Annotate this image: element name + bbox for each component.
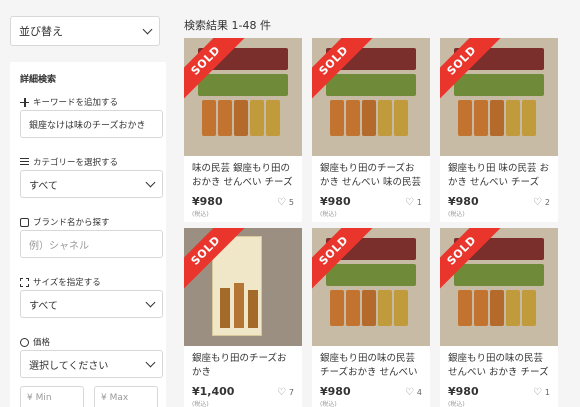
product-price: ¥980 <box>320 195 351 208</box>
size-select[interactable]: すべて <box>20 290 163 318</box>
brand-section-label: ブランド名から探す <box>20 216 110 228</box>
chevron-down-icon <box>145 357 156 367</box>
brand-input[interactable]: 例）シャネル <box>20 230 163 258</box>
list-icon <box>20 157 29 167</box>
size-section-label: サイズを指定する <box>20 276 101 288</box>
tax-note: (税込) <box>320 401 337 407</box>
product-image: SOLD <box>312 38 430 156</box>
keyword-section-label: キーワードを追加する <box>20 96 118 108</box>
price-select[interactable]: 選択してください <box>20 350 163 378</box>
heart-icon: ♡ <box>532 197 542 208</box>
results-title: 検索結果 1-48 件 <box>184 19 271 32</box>
coin-icon <box>20 337 29 347</box>
chevron-down-icon <box>142 24 153 34</box>
product-card[interactable]: SOLD 味の民芸 銀座もり田のおかき せんべい チーズ ¥980 (税込) ♡… <box>184 38 302 222</box>
heart-icon: ♡ <box>404 197 414 208</box>
likes[interactable]: ♡ 1 <box>533 387 550 398</box>
product-price: ¥980 <box>448 195 479 208</box>
panel-title: 詳細検索 <box>20 75 57 85</box>
likes[interactable]: ♡ 7 <box>277 387 294 398</box>
product-title: 銀座もり田の味の民芸 せんべい おかき チーズ <box>448 353 549 378</box>
tax-note: (税込) <box>448 401 465 407</box>
likes[interactable]: ♡ 1 <box>405 197 422 208</box>
product-image: SOLD <box>312 228 430 346</box>
tax-note: (税込) <box>192 401 209 407</box>
product-image: SOLD <box>440 228 558 346</box>
product-image: SOLD <box>184 38 302 156</box>
sidebar: 並び替え 詳細検索 キーワードを追加する 銀座なけは味のチーズおかき カテゴリー… <box>0 0 166 407</box>
size-icon <box>20 277 29 287</box>
product-title: 味の民芸 銀座もり田のおかき せんべい チーズ <box>192 163 293 188</box>
price-max-input[interactable]: ¥ Max <box>94 386 158 407</box>
sort-select[interactable]: 並び替え <box>10 16 160 46</box>
chevron-down-icon <box>145 297 156 307</box>
product-title: 銀座もり田のチーズおかき <box>192 353 287 378</box>
product-title: 銀座もり田の味の民芸 チーズおかき せんべい <box>320 353 418 378</box>
product-price: ¥980 <box>320 385 351 398</box>
tax-note: (税込) <box>320 211 337 218</box>
chevron-down-icon <box>145 177 156 187</box>
sort-label: 並び替え <box>19 25 63 38</box>
tag-icon <box>20 217 29 227</box>
filter-panel: 詳細検索 キーワードを追加する 銀座なけは味のチーズおかき カテゴリーを選択する… <box>10 62 166 407</box>
product-title: 銀座もり田のチーズおかき せんべい 味の民芸 <box>320 163 422 188</box>
heart-icon: ♡ <box>276 387 286 398</box>
category-select[interactable]: すべて <box>20 170 163 198</box>
price-section-label: 価格 <box>20 336 50 348</box>
likes[interactable]: ♡ 4 <box>405 387 422 398</box>
plus-icon <box>20 97 29 107</box>
heart-icon: ♡ <box>276 197 286 208</box>
product-card[interactable]: SOLD 銀座もり田のチーズおかき ¥1,400 (税込) ♡ 7 <box>184 228 302 407</box>
product-image: SOLD <box>440 38 558 156</box>
keyword-input[interactable]: 銀座なけは味のチーズおかき <box>20 110 163 138</box>
product-price: ¥1,400 <box>192 385 235 398</box>
product-card[interactable]: SOLD 銀座もり田 味の民芸 おかき せんべい チーズ ¥980 (税込) ♡… <box>440 38 558 222</box>
product-price: ¥980 <box>448 385 479 398</box>
likes[interactable]: ♡ 2 <box>533 197 550 208</box>
tax-note: (税込) <box>448 211 465 218</box>
product-image: SOLD <box>184 228 302 346</box>
product-card[interactable]: SOLD 銀座もり田の味の民芸 せんべい おかき チーズ ¥980 (税込) ♡… <box>440 228 558 407</box>
product-card[interactable]: SOLD 銀座もり田の味の民芸 チーズおかき せんべい ¥980 (税込) ♡ 4 <box>312 228 430 407</box>
product-title: 銀座もり田 味の民芸 おかき せんべい チーズ <box>448 163 550 188</box>
likes[interactable]: ♡ 5 <box>277 197 294 208</box>
product-price: ¥980 <box>192 195 223 208</box>
tax-note: (税込) <box>192 211 209 218</box>
price-min-input[interactable]: ¥ Min <box>20 386 84 407</box>
product-card[interactable]: SOLD 銀座もり田のチーズおかき せんべい 味の民芸 ¥980 (税込) ♡ 1 <box>312 38 430 222</box>
category-section-label: カテゴリーを選択する <box>20 156 118 168</box>
heart-icon: ♡ <box>404 387 414 398</box>
heart-icon: ♡ <box>532 387 542 398</box>
